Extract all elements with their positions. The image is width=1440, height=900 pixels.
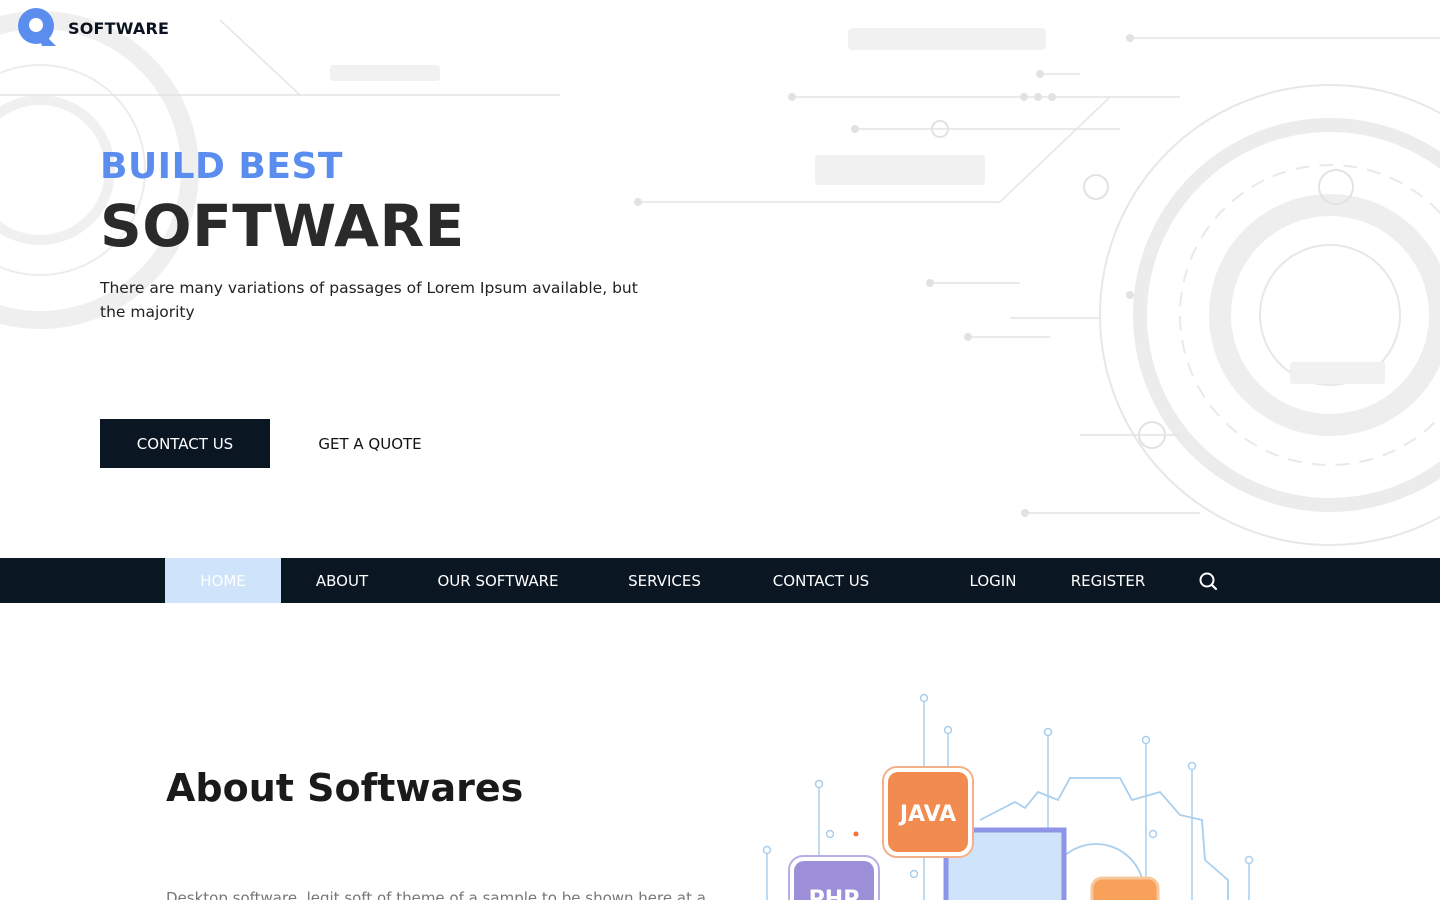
nav-item-home[interactable]: HOME [165,558,281,603]
q-logo-icon [16,8,58,48]
java-label: JAVA [898,802,956,827]
hero-subtitle: BUILD BEST [100,146,343,187]
hero-title: SOFTWARE [100,192,465,260]
software-illustration: JAVA PHP [740,680,1280,900]
php-badge: PHP [788,855,880,900]
java-badge: JAVA [882,766,974,858]
nav-item-about[interactable]: ABOUT [296,558,388,603]
search-icon[interactable] [1196,569,1220,593]
about-text: Desktop software, legit soft of theme of… [166,889,706,900]
get-quote-button[interactable]: GET A QUOTE [300,419,440,468]
hero-description: There are many variations of passages of… [100,279,638,321]
php-label: PHP [809,887,860,900]
nav-item-contact-us[interactable]: CONTACT US [758,558,884,603]
nav-item-login[interactable]: LOGIN [957,558,1029,603]
nav-item-services[interactable]: SERVICES [612,558,717,603]
hero-section: SOFTWARE BUILD BEST SOFTWARE There are m… [0,0,1440,558]
nav-item-our-software[interactable]: OUR SOFTWARE [425,558,571,603]
brand-logo[interactable]: SOFTWARE [16,8,169,48]
contact-us-button[interactable]: CONTACT US [100,419,270,468]
brand-name: SOFTWARE [68,18,170,38]
main-navbar: HOME ABOUT OUR SOFTWARE SERVICES CONTACT… [0,558,1440,603]
nav-item-register[interactable]: REGISTER [1062,558,1154,603]
about-title: About Softwares [166,766,524,810]
